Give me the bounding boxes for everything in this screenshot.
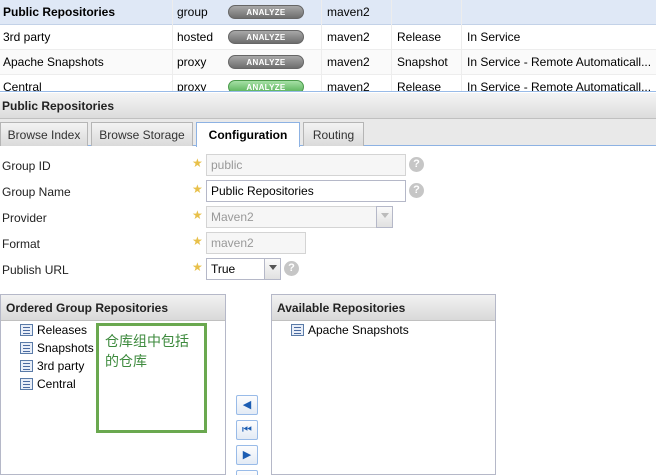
list-item[interactable]: Snapshots xyxy=(20,341,94,359)
available-repositories-panel: Available Repositories Apache Snapshots xyxy=(271,294,496,475)
provider-value: Maven2 xyxy=(211,210,254,224)
repo-format: maven2 xyxy=(327,80,370,92)
publish-url-value: True xyxy=(211,262,236,276)
list-item[interactable]: Central xyxy=(20,377,76,395)
column-divider xyxy=(461,0,462,91)
move-left-button[interactable]: ◀ xyxy=(236,395,258,415)
list-item[interactable]: 3rd party xyxy=(20,359,84,377)
chevron-down-icon[interactable] xyxy=(376,206,393,228)
tab-routing[interactable]: Routing xyxy=(303,122,364,146)
repository-grid: Public Repositories group ANALYZE maven2… xyxy=(0,0,656,92)
publish-url-row: Publish URL ★ True ? xyxy=(0,258,656,282)
publish-url-label: Publish URL xyxy=(2,263,69,277)
list-item-label: Snapshots xyxy=(37,341,94,355)
group-id-field[interactable]: public xyxy=(206,154,406,176)
provider-select[interactable]: Maven2 xyxy=(206,206,393,228)
provider-row: Provider ★ Maven2 xyxy=(0,206,656,230)
column-divider xyxy=(391,0,392,91)
panel-title: Public Repositories xyxy=(0,93,656,119)
table-row[interactable]: Public Repositories group ANALYZE maven2 xyxy=(0,0,656,25)
group-name-row: Group Name ★ Public Repositories ? xyxy=(0,180,656,204)
format-label: Format xyxy=(2,237,41,251)
help-icon[interactable]: ? xyxy=(284,261,299,276)
analyze-button[interactable]: ANALYZE xyxy=(228,55,304,69)
annotation-callout: 仓库组中包括的仓库 xyxy=(96,323,207,433)
repo-policy: Release xyxy=(397,80,442,92)
repo-format: maven2 xyxy=(327,55,370,69)
publish-url-select[interactable]: True xyxy=(206,258,281,280)
repo-format: maven2 xyxy=(327,30,370,44)
move-all-right-button[interactable] xyxy=(236,470,258,475)
repo-format: maven2 xyxy=(327,5,370,19)
repo-name: Public Repositories xyxy=(3,5,116,19)
table-row[interactable]: Apache Snapshots proxy ANALYZE maven2 Sn… xyxy=(0,50,656,75)
analyze-button[interactable]: ANALYZE xyxy=(228,80,304,91)
move-all-left-button[interactable]: ⏮ xyxy=(236,420,258,440)
list-item-label: Apache Snapshots xyxy=(308,323,409,337)
group-id-row: Group ID ★ public ? xyxy=(0,154,656,178)
chevron-down-icon[interactable] xyxy=(264,258,281,280)
list-item[interactable]: Releases xyxy=(20,323,87,341)
list-item-label: Releases xyxy=(37,323,88,337)
group-name-label: Group Name xyxy=(2,185,71,199)
repository-icon xyxy=(20,324,33,336)
help-icon[interactable]: ? xyxy=(409,157,424,172)
repository-icon xyxy=(291,324,304,336)
group-name-field[interactable]: Public Repositories xyxy=(206,180,406,202)
repository-icon xyxy=(20,342,33,354)
repo-type: proxy xyxy=(177,80,207,92)
repository-icon xyxy=(20,378,33,390)
tab-configuration[interactable]: Configuration xyxy=(196,122,300,147)
ordered-group-title: Ordered Group Repositories xyxy=(1,295,225,321)
required-star-icon: ★ xyxy=(192,156,203,170)
repo-policy: Release xyxy=(397,30,442,44)
help-icon[interactable]: ? xyxy=(409,183,424,198)
list-item[interactable]: Apache Snapshots xyxy=(291,323,409,341)
repo-status: In Service - Remote Automaticall... xyxy=(467,55,652,69)
repo-type: hosted xyxy=(177,30,214,44)
column-divider xyxy=(321,0,322,91)
format-field[interactable]: maven2 xyxy=(206,232,306,254)
repo-status: In Service xyxy=(467,30,521,44)
format-row: Format ★ maven2 xyxy=(0,232,656,256)
list-item-label: 3rd party xyxy=(37,359,85,373)
analyze-button[interactable]: ANALYZE xyxy=(228,30,304,44)
table-row[interactable]: Central proxy ANALYZE maven2 Release In … xyxy=(0,75,656,92)
repo-name: 3rd party xyxy=(3,30,51,44)
tab-browse-index[interactable]: Browse Index xyxy=(0,122,88,146)
group-id-label: Group ID xyxy=(2,159,51,173)
repository-icon xyxy=(20,360,33,372)
repo-type: proxy xyxy=(177,55,207,69)
tab-browse-storage[interactable]: Browse Storage xyxy=(91,122,193,146)
repo-type: group xyxy=(177,5,208,19)
move-right-button[interactable]: ▶ xyxy=(236,445,258,465)
column-divider xyxy=(172,0,173,91)
list-item-label: Central xyxy=(37,377,76,391)
repo-name: Central xyxy=(3,80,42,92)
required-star-icon: ★ xyxy=(192,260,203,274)
required-star-icon: ★ xyxy=(192,208,203,222)
table-row[interactable]: 3rd party hosted ANALYZE maven2 Release … xyxy=(0,25,656,50)
provider-label: Provider xyxy=(2,211,47,225)
required-star-icon: ★ xyxy=(192,182,203,196)
tab-bar: Browse Index Browse Storage Configuratio… xyxy=(0,119,656,147)
required-star-icon: ★ xyxy=(192,234,203,248)
repo-name: Apache Snapshots xyxy=(3,55,104,69)
analyze-button[interactable]: ANALYZE xyxy=(228,5,304,19)
available-repositories-title: Available Repositories xyxy=(272,295,495,321)
repo-status: In Service - Remote Automaticall... xyxy=(467,80,652,92)
repo-policy: Snapshot xyxy=(397,55,448,69)
